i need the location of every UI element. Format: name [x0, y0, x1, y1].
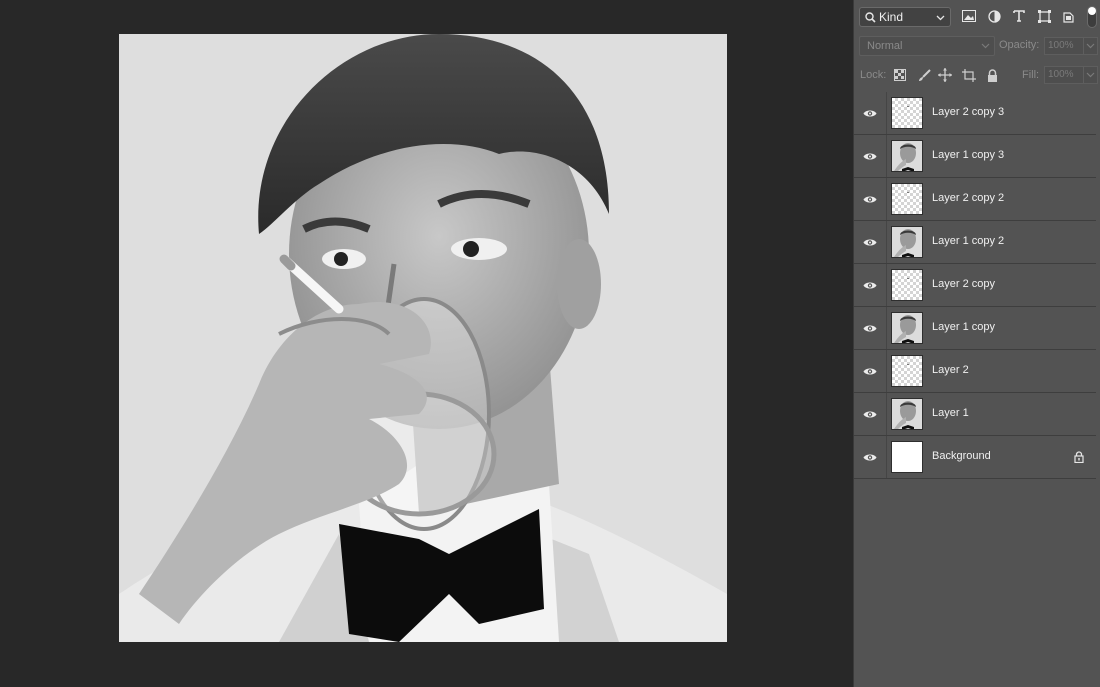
- layer-name[interactable]: Layer 2 copy 2: [932, 192, 1004, 204]
- layer-lock-icon[interactable]: [1074, 450, 1084, 468]
- layer-row[interactable]: Layer 2 copy: [854, 264, 1096, 307]
- document-workspace: [0, 0, 853, 687]
- lock-transparent-pixels-icon[interactable]: [892, 67, 908, 83]
- filter-kind-select[interactable]: Kind: [859, 7, 951, 27]
- lock-all-icon[interactable]: [984, 67, 1000, 83]
- document-canvas[interactable]: [119, 34, 727, 642]
- layer-row[interactable]: Layer 1 copy: [854, 307, 1096, 350]
- lock-position-icon[interactable]: [937, 67, 953, 83]
- visibility-toggle[interactable]: [854, 350, 887, 392]
- fill-dropdown-button[interactable]: [1083, 66, 1098, 84]
- opacity-label: Opacity:: [999, 39, 1040, 51]
- layers-list: Layer 2 copy 3 Layer 1 copy 3 Layer 2 copy…: [854, 92, 1100, 479]
- layer-name[interactable]: Background: [932, 450, 991, 462]
- chevron-down-icon: [936, 15, 945, 21]
- layer-name[interactable]: Layer 2 copy 3: [932, 106, 1004, 118]
- layer-row[interactable]: Layer 2 copy 3: [854, 92, 1096, 135]
- lock-image-pixels-icon[interactable]: [916, 67, 932, 83]
- eye-icon: [863, 153, 877, 159]
- visibility-toggle[interactable]: [854, 307, 887, 349]
- layer-name[interactable]: Layer 1 copy 2: [932, 235, 1004, 247]
- portrait-photo: [119, 34, 727, 642]
- eye-icon: [863, 368, 877, 374]
- eye-icon: [863, 325, 877, 331]
- eye-icon: [863, 282, 877, 288]
- layer-row[interactable]: Layer 2 copy 2: [854, 178, 1096, 221]
- filter-toggle-knob: [1088, 7, 1096, 15]
- layer-thumbnail[interactable]: [891, 97, 923, 129]
- layer-row[interactable]: Background: [854, 436, 1096, 479]
- type-filter-icon[interactable]: [1011, 8, 1027, 24]
- layer-thumbnail[interactable]: [891, 355, 923, 387]
- layer-thumbnail[interactable]: [891, 269, 923, 301]
- visibility-toggle[interactable]: [854, 221, 887, 263]
- layer-name[interactable]: Layer 2: [932, 364, 969, 376]
- visibility-toggle[interactable]: [854, 393, 887, 435]
- visibility-toggle[interactable]: [854, 135, 887, 177]
- search-icon: [865, 11, 876, 23]
- layer-name[interactable]: Layer 1 copy: [932, 321, 995, 333]
- eye-icon: [863, 411, 877, 417]
- chevron-down-icon: [981, 43, 990, 49]
- visibility-toggle[interactable]: [854, 178, 887, 220]
- blend-mode-label: Normal: [867, 40, 903, 52]
- blend-opacity-row: Normal Opacity: 100%: [854, 35, 1100, 57]
- layer-row[interactable]: Layer 2: [854, 350, 1096, 393]
- layer-filter-bar: Kind: [854, 0, 1100, 33]
- visibility-toggle[interactable]: [854, 436, 887, 478]
- shape-filter-icon[interactable]: [1036, 8, 1052, 24]
- layer-row[interactable]: Layer 1: [854, 393, 1096, 436]
- visibility-toggle[interactable]: [854, 264, 887, 306]
- chevron-down-icon: [1086, 72, 1095, 78]
- fill-label: Fill:: [1022, 69, 1040, 81]
- opacity-field[interactable]: 100%: [1044, 37, 1086, 55]
- blend-mode-select[interactable]: Normal: [859, 36, 995, 56]
- image-filter-icon[interactable]: [961, 8, 977, 24]
- layer-name[interactable]: Layer 1 copy 3: [932, 149, 1004, 161]
- layer-thumbnail[interactable]: [891, 226, 923, 258]
- fill-field[interactable]: 100%: [1044, 66, 1086, 84]
- lock-label: Lock:: [860, 69, 887, 81]
- layer-thumbnail[interactable]: [891, 441, 923, 473]
- eye-icon: [863, 454, 877, 460]
- layer-row[interactable]: Layer 1 copy 2: [854, 221, 1096, 264]
- eye-icon: [863, 196, 877, 202]
- layer-thumbnail[interactable]: [891, 140, 923, 172]
- lock-artboard-icon[interactable]: [961, 67, 977, 83]
- layer-thumbnail[interactable]: [891, 398, 923, 430]
- filter-kind-label: Kind: [879, 10, 904, 24]
- eye-icon: [863, 110, 877, 116]
- lock-fill-row: Lock: Fill: 100%: [854, 64, 1100, 86]
- layer-thumbnail[interactable]: [891, 312, 923, 344]
- filter-toggle-switch[interactable]: [1087, 6, 1097, 28]
- layers-panel: Kind Normal Opacity: 100% Lock: Fill: 10…: [853, 0, 1100, 687]
- layer-thumbnail[interactable]: [891, 183, 923, 215]
- layer-name[interactable]: Layer 1: [932, 407, 969, 419]
- layer-name[interactable]: Layer 2 copy: [932, 278, 995, 290]
- opacity-dropdown-button[interactable]: [1083, 37, 1098, 55]
- chevron-down-icon: [1086, 43, 1095, 49]
- visibility-toggle[interactable]: [854, 92, 887, 134]
- eye-icon: [863, 239, 877, 245]
- adjustment-filter-icon[interactable]: [986, 8, 1002, 24]
- smart-object-filter-icon[interactable]: [1061, 8, 1077, 24]
- layer-row[interactable]: Layer 1 copy 3: [854, 135, 1096, 178]
